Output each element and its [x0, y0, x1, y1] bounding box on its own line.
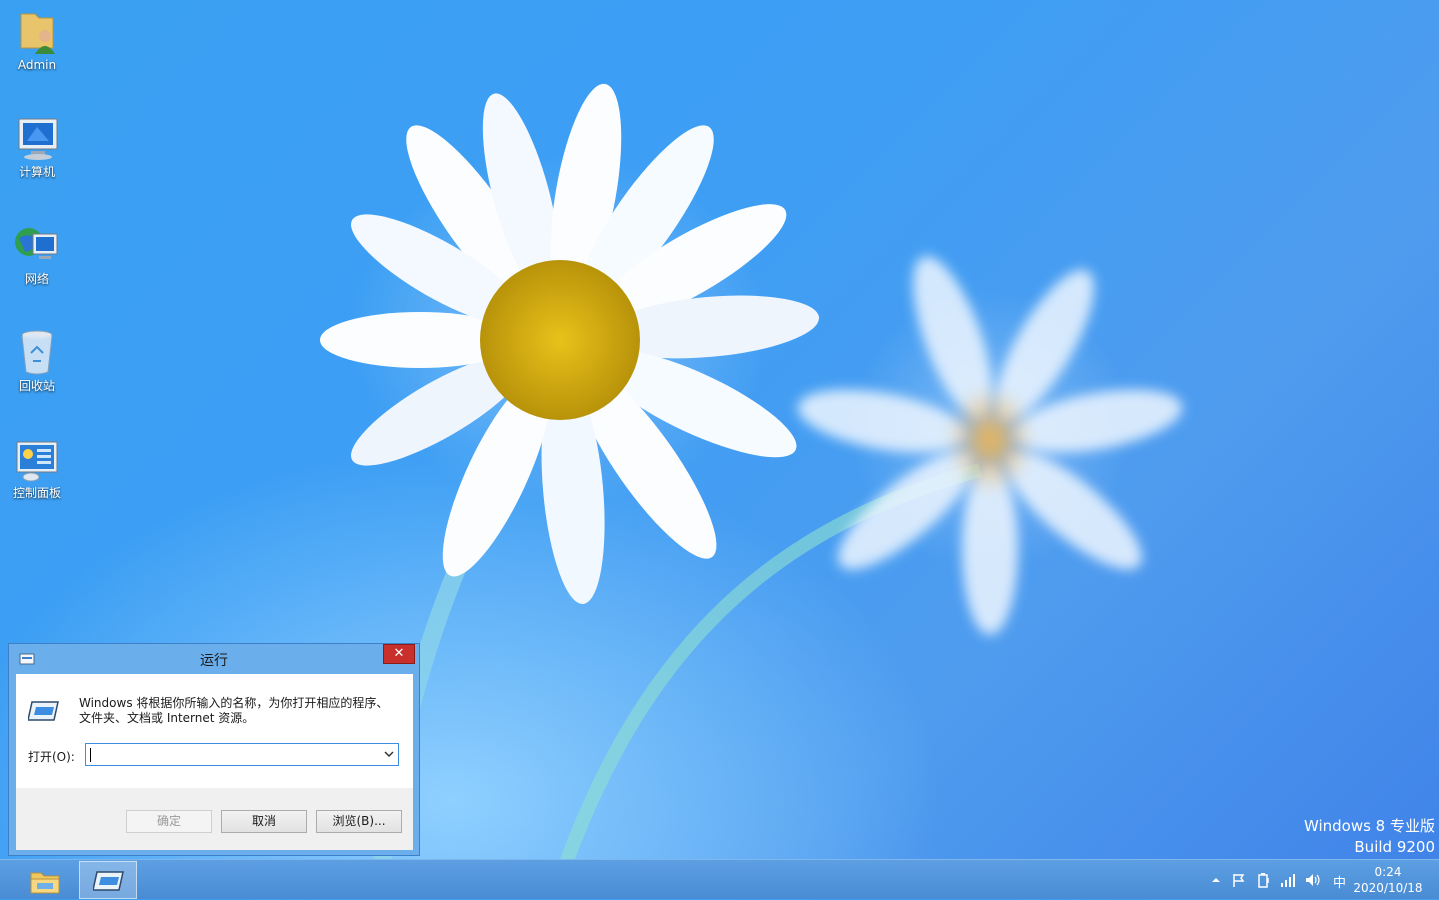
- run-dialog-body: Windows 将根据你所输入的名称，为你打开相应的程序、文件夹、文档或 Int…: [16, 674, 413, 850]
- desktop-icon-label: 计算机: [18, 165, 55, 179]
- watermark-edition: Windows 8 专业版: [1303, 817, 1435, 835]
- run-dialog-title: 运行: [200, 653, 228, 669]
- taskbar-clock[interactable]: 0:24 2020/10/18: [1350, 864, 1426, 896]
- network-bars-icon[interactable]: [1280, 872, 1296, 888]
- control-panel-icon: [16, 441, 58, 482]
- network-icon: [15, 228, 58, 259]
- close-button[interactable]: ✕: [383, 644, 415, 664]
- desktop-icon-admin[interactable]: Admin: [6, 8, 68, 72]
- run-icon: [28, 701, 59, 721]
- open-label: 打开(O):: [28, 750, 75, 764]
- browse-button[interactable]: 浏览(B)...: [316, 810, 402, 833]
- volume-icon[interactable]: [1304, 872, 1320, 888]
- action-center-flag-icon[interactable]: [1231, 872, 1247, 888]
- run-dialog: 运行 ✕ Windows 将根据你所输入的名称，为你打开相应的程序、文件夹、文档…: [8, 643, 420, 856]
- desktop-icon-network[interactable]: 网络: [6, 222, 68, 286]
- desktop-icon-label: Admin: [17, 58, 57, 72]
- text-caret: [90, 748, 91, 762]
- run-description: Windows 将根据你所输入的名称，为你打开相应的程序、文件夹、文档或 Int…: [79, 696, 389, 725]
- ok-button[interactable]: 确定: [126, 810, 212, 833]
- desktop-icon-recycle-bin[interactable]: 回收站: [6, 329, 68, 393]
- clock-date: 2020/10/18: [1353, 881, 1423, 895]
- user-folder-icon: [20, 13, 55, 54]
- desktop-icon-label: 回收站: [18, 379, 55, 393]
- desktop-icon-label: 网络: [24, 272, 49, 286]
- desktop-icon-control-panel[interactable]: 控制面板: [6, 436, 68, 500]
- show-hidden-icons-icon[interactable]: [1208, 872, 1224, 888]
- power-icon[interactable]: [1256, 872, 1272, 888]
- chevron-down-icon[interactable]: [384, 749, 394, 759]
- watermark-build: Build 9200: [1354, 838, 1435, 856]
- ime-indicator[interactable]: 中: [1333, 872, 1346, 891]
- desktop-icon-computer[interactable]: 计算机: [6, 115, 68, 179]
- cancel-button[interactable]: 取消: [221, 810, 307, 833]
- recycle-bin-icon: [21, 330, 53, 375]
- desktop-icon-label: 控制面板: [12, 486, 61, 500]
- windows-version-watermark: Windows 8 专业版 Build 9200: [1304, 816, 1435, 858]
- system-tray: 中 0:24 2020/10/18: [0, 860, 1439, 900]
- open-combobox[interactable]: [85, 743, 399, 766]
- clock-time: 0:24: [1374, 865, 1402, 879]
- taskbar: 中 0:24 2020/10/18: [0, 859, 1439, 899]
- computer-icon: [18, 118, 58, 160]
- run-dialog-titlebar[interactable]: 运行 ✕: [9, 644, 419, 674]
